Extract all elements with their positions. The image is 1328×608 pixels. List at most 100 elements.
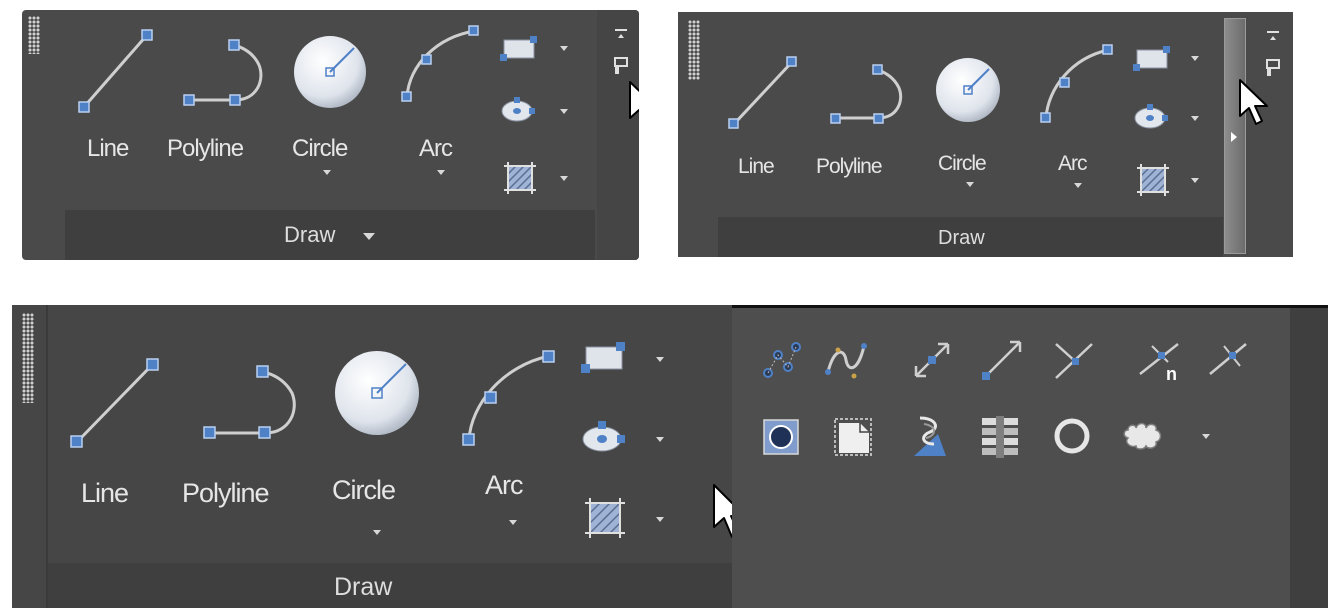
hatch-dropdown-caret[interactable] — [656, 517, 664, 522]
rectangle-button[interactable] — [500, 32, 575, 66]
helix-icon[interactable] — [978, 414, 1022, 460]
arc-dropdown-caret[interactable] — [509, 520, 517, 525]
polyline-label: Polyline — [182, 478, 270, 508]
donut-icon[interactable] — [1052, 416, 1094, 458]
circle-label: Circle — [332, 475, 396, 505]
hatch-icon — [585, 498, 625, 538]
circle-dropdown-caret[interactable] — [323, 170, 331, 175]
spline-icon[interactable] — [824, 338, 868, 382]
hatch-button[interactable] — [580, 493, 675, 543]
circle-button[interactable]: Circle — [327, 345, 427, 550]
panel-slideout-bar[interactable] — [1224, 18, 1246, 254]
polyline-button[interactable]: Polyline — [816, 52, 916, 222]
panel-grip-handle[interactable] — [22, 313, 34, 403]
circle-button[interactable]: Circle — [287, 25, 372, 195]
rectangle-button[interactable] — [580, 337, 675, 382]
panel-footer[interactable]: Draw — [718, 217, 1223, 257]
wipeout-icon[interactable] — [832, 416, 876, 460]
arc-button[interactable]: Arc — [457, 350, 567, 550]
panel-slideout-area: n — [732, 305, 1328, 608]
panel-footer[interactable]: Draw — [48, 563, 733, 608]
ellipse-button[interactable] — [500, 95, 575, 129]
polyline-label: Polyline — [816, 155, 883, 178]
line-label: Line — [81, 478, 129, 508]
arc-dropdown-caret[interactable] — [437, 170, 445, 175]
panel-grip-handle[interactable] — [688, 20, 700, 80]
arc-dropdown-caret[interactable] — [1074, 183, 1082, 188]
construction-line-icon[interactable] — [1052, 338, 1096, 382]
circle-label: Circle — [292, 135, 348, 162]
arc-icon — [1040, 44, 1113, 123]
hatch-icon — [1137, 164, 1169, 196]
hatch-button[interactable] — [1133, 160, 1208, 200]
ellipse-icon — [1134, 104, 1168, 129]
circle-icon — [335, 351, 419, 435]
pin-panel-icon[interactable] — [614, 57, 628, 75]
divide-icon[interactable]: n — [1138, 336, 1184, 384]
panel-title: Draw — [284, 222, 336, 247]
panel-grip-handle[interactable] — [28, 16, 40, 54]
arc-icon — [401, 25, 479, 102]
line-label: Line — [738, 155, 775, 178]
pin-panel-icon[interactable] — [1266, 59, 1280, 77]
hatch-dropdown-caret[interactable] — [560, 176, 568, 181]
mouse-cursor-icon — [629, 81, 639, 119]
rectangle-button[interactable] — [1133, 42, 1208, 76]
svg-text:n: n — [1166, 364, 1177, 384]
ellipse-icon — [501, 97, 535, 122]
ellipse-icon — [582, 421, 625, 452]
polyline-icon — [203, 365, 296, 439]
revision-cloud-icon[interactable] — [1122, 420, 1166, 454]
arc-label: Arc — [419, 135, 453, 162]
arc-button[interactable]: Arc — [397, 25, 487, 195]
circle-dropdown-caret[interactable] — [966, 182, 974, 187]
slideout-arrow-icon — [1231, 132, 1237, 142]
region-icon[interactable] — [762, 418, 802, 458]
panel-side-strip — [597, 10, 639, 260]
ellipse-dropdown-caret[interactable] — [1191, 116, 1199, 121]
rectangle-dropdown-caret[interactable] — [1191, 56, 1199, 61]
draw-panel-expanded-hover: Line Polyline Circle Arc Draw — [678, 12, 1293, 257]
multipoint-icon[interactable] — [762, 341, 802, 381]
measure-icon[interactable] — [1206, 336, 1252, 382]
circle-button[interactable]: Circle — [933, 52, 1013, 222]
ellipse-dropdown-caret[interactable] — [656, 437, 664, 442]
polyline-button[interactable]: Polyline — [167, 25, 277, 195]
polyline-icon — [183, 39, 263, 106]
3d-polyline-icon[interactable] — [908, 414, 952, 460]
minimize-panel-icon[interactable] — [614, 28, 628, 42]
circle-dropdown-caret[interactable] — [373, 530, 381, 535]
revision-cloud-dropdown-caret[interactable] — [1202, 434, 1210, 439]
line-button[interactable]: Line — [77, 25, 177, 195]
draw-panel-collapsed-pinned: Line Polyline Circle Arc Draw — [22, 10, 639, 260]
xline-icon[interactable] — [910, 338, 954, 382]
polyline-label: Polyline — [167, 135, 244, 162]
arc-button[interactable]: Arc — [1038, 42, 1128, 212]
rectangle-icon — [1133, 46, 1170, 71]
line-icon — [70, 358, 159, 448]
minimize-panel-icon[interactable] — [1266, 30, 1280, 44]
circle-icon — [936, 58, 1000, 122]
ellipse-dropdown-caret[interactable] — [560, 109, 568, 114]
polyline-button[interactable]: Polyline — [177, 350, 307, 540]
ray-icon[interactable] — [980, 336, 1026, 382]
mouse-cursor-icon — [1239, 79, 1268, 125]
polyline-icon — [830, 64, 903, 124]
ellipse-button[interactable] — [580, 417, 675, 462]
panel-title: Draw — [938, 227, 985, 249]
panel-expand-caret[interactable] — [363, 233, 375, 240]
hatch-button[interactable] — [500, 158, 575, 198]
rectangle-icon — [581, 342, 625, 373]
right-edge-bar — [1290, 308, 1328, 608]
panel-footer[interactable]: Draw — [65, 210, 595, 260]
line-button[interactable]: Line — [67, 350, 167, 540]
line-icon — [78, 29, 153, 113]
circle-icon — [294, 36, 366, 108]
hatch-dropdown-caret[interactable] — [1191, 178, 1199, 183]
line-button[interactable]: Line — [726, 52, 816, 222]
arc-label: Arc — [485, 470, 523, 500]
ellipse-button[interactable] — [1133, 102, 1208, 136]
rectangle-dropdown-caret[interactable] — [560, 46, 568, 51]
circle-label: Circle — [938, 152, 987, 175]
rectangle-dropdown-caret[interactable] — [656, 357, 664, 362]
